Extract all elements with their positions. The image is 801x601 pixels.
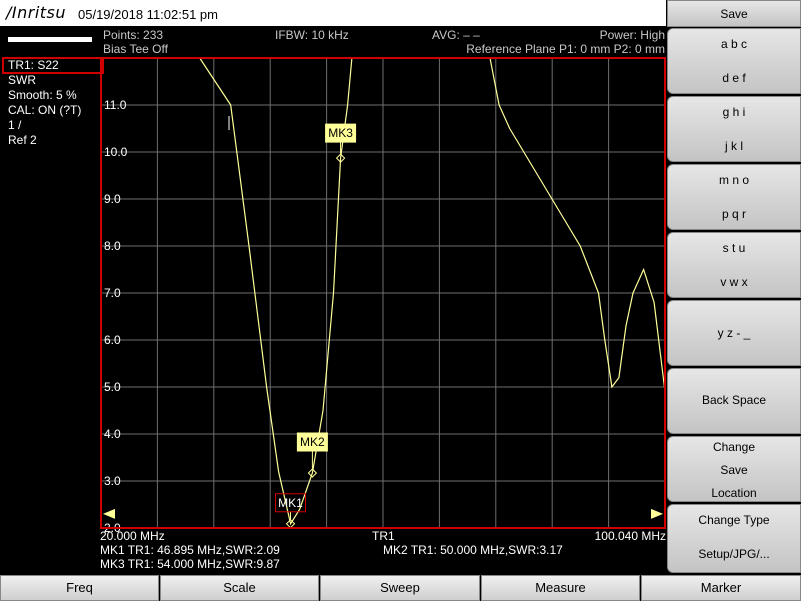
- y-tick-label: 6.0: [104, 333, 121, 347]
- tab-freq-label: Freq: [66, 580, 93, 595]
- softkey-mno-label: m n o: [718, 173, 749, 187]
- save-button[interactable]: Save: [667, 0, 801, 27]
- marker-group: MK1 MK2 MK3: [275, 123, 357, 529]
- y-tick-label: 3.0: [104, 474, 121, 488]
- change-save-location-button[interactable]: Change Save Location: [667, 436, 801, 502]
- change-type-button[interactable]: Change Type Setup/JPG/...: [667, 504, 801, 573]
- tab-marker-label: Marker: [700, 580, 742, 595]
- softkey-yz[interactable]: y z - _: [667, 300, 801, 366]
- save-button-label: Save: [720, 7, 748, 21]
- tab-scale[interactable]: Scale: [160, 575, 319, 601]
- ref-arrow-left: [103, 508, 115, 519]
- tab-sweep[interactable]: Sweep: [320, 575, 480, 601]
- x-start-label: 20.000 MHz: [100, 529, 165, 543]
- marker-label: MK1: [278, 496, 303, 510]
- y-tick-label: 9.0: [104, 192, 121, 206]
- marker2-readout: MK2 TR1: 50.000 MHz,SWR:3.17: [383, 543, 563, 557]
- softkey-abc-def[interactable]: a b c d e f: [667, 28, 801, 94]
- tab-measure-label: Measure: [535, 580, 586, 595]
- softkey-jkl-label: j k l: [725, 139, 743, 153]
- marker-label: MK2: [300, 435, 325, 449]
- tab-marker[interactable]: Marker: [641, 575, 801, 601]
- softkey-ghi-jkl[interactable]: g h i j k l: [667, 96, 801, 162]
- softkey-stu-label: s t u: [722, 241, 746, 255]
- marker1-readout: MK1 TR1: 46.895 MHz,SWR:2.09: [100, 543, 280, 557]
- change-save-label-1: Change: [712, 440, 756, 454]
- softkey-def-label: d e f: [722, 71, 746, 85]
- tab-measure[interactable]: Measure: [481, 575, 640, 601]
- y-tick-label: 10.0: [104, 145, 128, 159]
- softkey-pqr-label: p q r: [721, 207, 746, 221]
- softkey-vwx-label: v w x: [720, 275, 748, 289]
- softkey-yz-label: y z - _: [717, 326, 751, 340]
- softkey-stu-vwx[interactable]: s t u v w x: [667, 232, 801, 298]
- tab-freq[interactable]: Freq: [0, 575, 159, 601]
- tab-scale-label: Scale: [223, 580, 256, 595]
- change-save-label-2: Save: [720, 463, 748, 477]
- y-tick-label: 8.0: [104, 239, 121, 253]
- chart-grid: [101, 58, 665, 528]
- softkey-abc-label: a b c: [720, 37, 747, 51]
- softkey-ghi-label: g h i: [722, 105, 746, 119]
- change-type-label-2: Setup/JPG/...: [698, 547, 770, 561]
- backspace-button[interactable]: Back Space: [667, 368, 801, 434]
- softkey-mno-pqr[interactable]: m n o p q r: [667, 164, 801, 230]
- ref-arrow-right: [651, 508, 663, 519]
- y-axis-labels: 11.010.09.08.07.06.05.04.03.02.0: [104, 98, 128, 535]
- tab-sweep-label: Sweep: [380, 580, 420, 595]
- y-tick-label: 7.0: [104, 286, 121, 300]
- marker-label: MK3: [328, 126, 353, 140]
- x-stop-label: 100.040 MHz: [594, 529, 666, 543]
- backspace-label: Back Space: [701, 393, 767, 407]
- trace-axis-label: TR1: [372, 529, 395, 543]
- change-type-label-1: Change Type: [698, 513, 770, 527]
- y-tick-label: 5.0: [104, 380, 121, 394]
- y-tick-label: 4.0: [104, 427, 121, 441]
- y-tick-label: 11.0: [104, 98, 127, 112]
- marker3-readout: MK3 TR1: 54.000 MHz,SWR:9.87: [100, 557, 280, 571]
- change-save-label-3: Location: [711, 486, 757, 500]
